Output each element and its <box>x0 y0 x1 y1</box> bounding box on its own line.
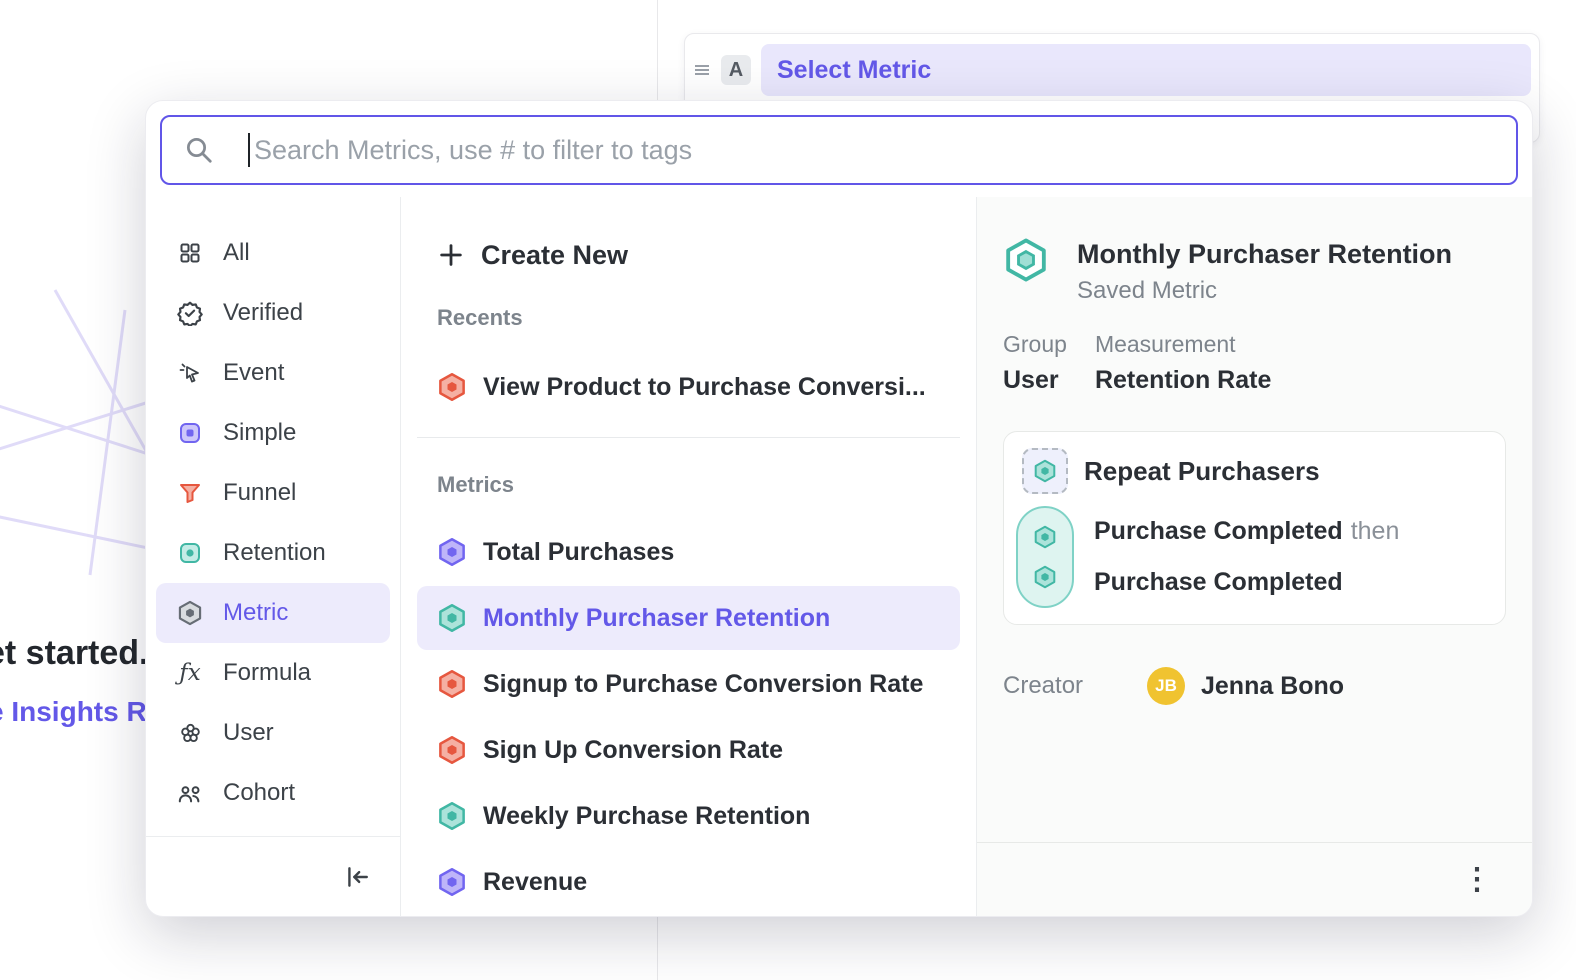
funnel-metric-hexagon-icon <box>437 372 467 402</box>
sidebar-item-all[interactable]: All <box>156 223 390 283</box>
drag-handle-icon[interactable] <box>693 61 711 79</box>
funnel-metric-hexagon-icon <box>437 669 467 699</box>
background-heading-fragment: et started. <box>0 634 149 673</box>
metric-item[interactable]: Sign Up Conversion Rate <box>417 718 960 782</box>
series-letter-badge: A <box>721 55 751 85</box>
recents-header: Recents <box>401 305 976 331</box>
sidebar-item-event[interactable]: Event <box>156 343 390 403</box>
detail-subtitle: Saved Metric <box>1077 277 1452 305</box>
filter-sidebar: All Verified Event <box>146 197 401 916</box>
detail-meta: Group User Measurement Retention Rate <box>1003 331 1506 395</box>
retention-step-group-icon <box>1022 448 1068 494</box>
sidebar-item-label: User <box>223 719 274 747</box>
metric-definition-card: Repeat Purchasers <box>1003 431 1506 625</box>
retention-metric-hexagon-icon <box>437 603 467 633</box>
detail-footer: ⋮ <box>977 842 1532 916</box>
search-icon <box>184 135 214 165</box>
creator-name: Jenna Bono <box>1201 672 1344 701</box>
simple-metric-hexagon-icon <box>437 537 467 567</box>
simple-metric-icon <box>176 419 204 447</box>
metric-detail-panel: Monthly Purchaser Retention Saved Metric… <box>977 197 1532 916</box>
cursor-click-icon <box>176 359 204 387</box>
metric-item[interactable]: Revenue <box>417 850 960 914</box>
funnel-metric-hexagon-icon <box>437 735 467 765</box>
steps-pill <box>1016 506 1074 608</box>
step-hexagon-icon <box>1033 565 1057 589</box>
create-new-label: Create New <box>481 240 628 271</box>
sidebar-item-retention[interactable]: Retention <box>156 523 390 583</box>
metric-item-label: Signup to Purchase Conversion Rate <box>483 670 923 699</box>
search-input[interactable] <box>250 135 1496 166</box>
formula-icon: ƒx <box>176 659 204 687</box>
list-divider <box>417 437 960 438</box>
metric-item-label: Sign Up Conversion Rate <box>483 736 783 765</box>
metric-item[interactable]: Weekly Purchase Retention <box>417 784 960 848</box>
creator-row: Creator JB Jenna Bono <box>1003 667 1506 705</box>
sidebar-item-label: Metric <box>223 599 288 627</box>
retention-icon <box>176 539 204 567</box>
sidebar-item-cohort[interactable]: Cohort <box>156 763 390 823</box>
select-metric-field[interactable]: Select Metric <box>761 44 1531 96</box>
sidebar-item-simple[interactable]: Simple <box>156 403 390 463</box>
sidebar-item-user[interactable]: User <box>156 703 390 763</box>
step-2-event: Purchase Completed <box>1094 568 1343 596</box>
user-flower-icon <box>176 719 204 747</box>
sidebar-item-label: Funnel <box>223 479 296 507</box>
metric-item-label: Monthly Purchaser Retention <box>483 604 830 633</box>
step-connector: then <box>1351 517 1400 545</box>
creator-label: Creator <box>1003 672 1147 700</box>
saved-metric-hexagon-icon <box>1003 237 1049 283</box>
measurement-label: Measurement <box>1095 331 1271 358</box>
simple-metric-hexagon-icon <box>437 867 467 897</box>
funnel-icon <box>176 479 204 507</box>
sidebar-item-label: Simple <box>223 419 296 447</box>
definition-title: Repeat Purchasers <box>1084 456 1320 487</box>
sidebar-item-label: Retention <box>223 539 326 567</box>
metrics-header: Metrics <box>401 472 976 498</box>
metric-item[interactable]: Total Purchases <box>417 520 960 584</box>
verified-badge-icon <box>176 299 204 327</box>
sidebar-item-metric[interactable]: Metric <box>156 583 390 643</box>
search-area <box>146 101 1532 197</box>
retention-metric-hexagon-icon <box>437 801 467 831</box>
recent-item-label: View Product to Purchase Conversi... <box>483 373 926 402</box>
sidebar-item-verified[interactable]: Verified <box>156 283 390 343</box>
measurement-value: Retention Rate <box>1095 366 1271 395</box>
metric-item-label: Weekly Purchase Retention <box>483 802 810 831</box>
metric-item-selected[interactable]: Monthly Purchaser Retention <box>417 586 960 650</box>
step-1: Purchase Completed then <box>1094 517 1399 546</box>
cohort-people-icon <box>176 779 204 807</box>
step-1-event: Purchase Completed <box>1094 517 1343 545</box>
metric-item[interactable]: Signup to Purchase Conversion Rate <box>417 652 960 716</box>
sidebar-item-label: All <box>223 239 250 267</box>
plus-icon <box>437 241 465 269</box>
sidebar-item-label: Formula <box>223 659 311 687</box>
group-label: Group <box>1003 331 1067 358</box>
grid-icon <box>176 239 204 267</box>
sidebar-item-label: Verified <box>223 299 303 327</box>
group-value: User <box>1003 366 1067 395</box>
step-2: Purchase Completed <box>1094 568 1399 597</box>
search-box[interactable] <box>160 115 1518 185</box>
sidebar-item-formula[interactable]: ƒx Formula <box>156 643 390 703</box>
sidebar-footer <box>146 836 400 916</box>
create-new-button[interactable]: Create New <box>401 233 976 277</box>
recent-item[interactable]: View Product to Purchase Conversi... <box>417 359 960 415</box>
sidebar-item-funnel[interactable]: Funnel <box>156 463 390 523</box>
metric-item-label: Total Purchases <box>483 538 674 567</box>
metric-list-column: Create New Recents View Product to Purch… <box>401 197 977 916</box>
retention-steps: Purchase Completed then Purchase Complete… <box>1022 506 1487 608</box>
collapse-left-icon[interactable] <box>344 864 370 890</box>
kebab-menu-icon[interactable]: ⋮ <box>1462 865 1492 895</box>
metric-picker-modal: All Verified Event <box>145 100 1533 917</box>
background-link-fragment[interactable]: e Insights Re <box>0 696 162 728</box>
metric-hexagon-icon <box>176 599 204 627</box>
step-hexagon-icon <box>1033 525 1057 549</box>
creator-avatar: JB <box>1147 667 1185 705</box>
metric-item-label: Revenue <box>483 868 587 897</box>
sidebar-item-label: Cohort <box>223 779 295 807</box>
sidebar-item-label: Event <box>223 359 284 387</box>
detail-title: Monthly Purchaser Retention <box>1077 237 1452 271</box>
